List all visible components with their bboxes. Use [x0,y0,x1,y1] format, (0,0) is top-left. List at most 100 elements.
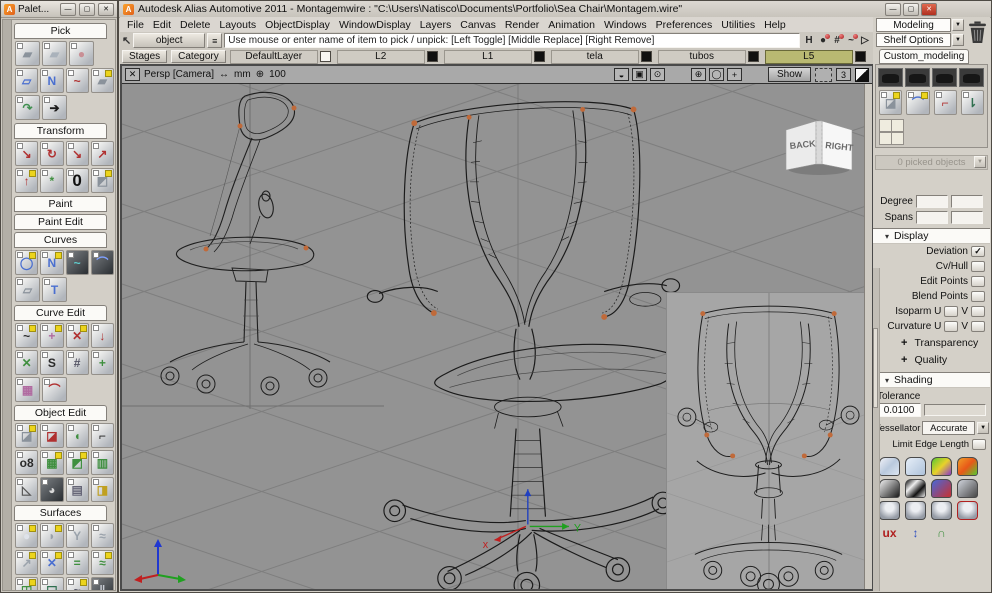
blend-curve-icon[interactable]: ⌒ [91,250,114,275]
menu-canvas[interactable]: Canvas [460,19,496,31]
right-panel-scroll-thumb[interactable] [873,328,878,408]
grid-count-button[interactable]: 3 [836,68,851,81]
project-curve-icon[interactable]: ↓ [91,323,114,348]
fit-curve-icon[interactable]: ▦ [15,377,40,402]
menu-edit[interactable]: Edit [153,19,171,31]
freeform-blend-icon[interactable]: ≈ [91,550,114,575]
layer-swatch-l1[interactable] [534,51,545,62]
layer-swatch-tela[interactable] [641,51,652,62]
pick-template-icon[interactable]: ▰ [91,68,114,93]
snapshot-icon[interactable]: ▣ [632,68,647,81]
history-box-icon[interactable]: H [802,33,816,48]
insert-knot-icon[interactable]: # [66,350,89,375]
diagnostic-puck-arrow[interactable] [957,501,978,520]
pick-box-icon[interactable]: ▱ [15,68,38,93]
diagnostic-puck-3[interactable] [931,501,952,520]
palette-close-button[interactable]: ✕ [98,3,114,16]
shader-blue[interactable] [931,479,952,498]
degree-v-field[interactable] [951,195,983,208]
shelf-tool-blend-icon[interactable]: ⌒ [906,90,929,115]
layer-swatch-tubos[interactable] [748,51,759,62]
pick-component-icon[interactable]: ▰ [42,41,67,66]
round-icon[interactable]: ◕ [40,477,63,502]
tolerance-slider[interactable] [924,404,986,416]
corner-blend-icon[interactable]: ◱ [40,577,63,591]
palette-section-object-edit[interactable]: Object Edit [14,405,107,421]
menu-animation[interactable]: Animation [548,19,595,31]
offset-surface-icon[interactable]: ◨ [91,477,114,502]
grid-align-icon[interactable]: ▤ [66,477,89,502]
main-titlebar[interactable]: A Autodesk Alias Automotive 2011 - Monta… [119,1,991,18]
shelf-thumb-3[interactable] [932,68,957,87]
section-transparency[interactable]: +Transparency [873,334,990,351]
arch-check-tool[interactable]: ∩ [931,523,952,542]
move-icon[interactable]: ↘ [15,141,38,166]
new-circle-icon[interactable]: ◯ [15,250,38,275]
align-icon[interactable]: ⌐ [91,423,114,448]
viewport-header[interactable]: ✕ Persp [Camera] ↔ mm ⊕ 100 ◒▣⊙ ⊕◯+ Show… [122,66,872,84]
window-toggle-icon[interactable] [855,68,869,82]
spans-v-field[interactable] [951,211,983,224]
shelf-tool-measure-icon[interactable]: ⇂ [961,90,984,115]
shader-gray[interactable] [957,479,978,498]
curve-edit-icon[interactable]: ~ [15,323,38,348]
layer-tela[interactable]: tela [551,50,652,64]
pick-filter-select[interactable]: object [133,33,205,48]
checkbox-blend-points[interactable] [971,291,985,302]
pick-visible-icon[interactable]: ↷ [15,95,40,120]
measure-icon[interactable]: ◺ [15,477,38,502]
intersect-curve-icon[interactable]: ✕ [15,350,38,375]
new-curve-icon[interactable]: N [40,250,63,275]
minmax-tool[interactable]: ↕ [905,523,926,542]
trash-icon[interactable] [967,20,988,45]
layer-label-l1[interactable]: L1 [444,50,532,64]
shader-multicolor[interactable] [931,457,952,476]
view-cube[interactable]: BACK RIGHT [782,114,856,178]
lamp-icon[interactable]: ◒ [614,68,629,81]
shader-checker[interactable] [879,457,900,476]
viewport-canvas[interactable]: x Y BACK RIGH [122,84,872,589]
primitive-sphere-icon[interactable]: ● [15,523,38,548]
tube-surface-icon[interactable]: ‖ [91,577,114,591]
add-points-icon[interactable]: + [40,323,63,348]
shelf-tab[interactable]: Custom_modeling [879,49,969,64]
palette-maximize-button[interactable]: ▢ [79,3,95,16]
checkbox-deviation[interactable]: ✓ [971,246,985,257]
right-panel-scrollbar[interactable] [873,268,880,591]
layer-l5[interactable]: L5 [765,50,866,64]
attach-icon[interactable]: ◪ [15,423,38,448]
spans-u-field[interactable] [916,211,948,224]
picked-objects-dropdown-icon[interactable]: ▼ [974,156,986,168]
menu-objectdisplay[interactable]: ObjectDisplay [265,19,330,31]
zoom-region-icon[interactable]: ⊕ [691,68,706,81]
uv-eval-tool[interactable]: ux [879,523,900,542]
menu-layers[interactable]: Layers [420,19,452,31]
palette-minimize-button[interactable]: — [60,3,76,16]
palette-set-select[interactable]: Modeling [876,18,951,32]
marquee-button[interactable] [815,68,832,82]
menu-file[interactable]: File [127,19,144,31]
prompt-expand-icon[interactable]: ▷ [858,33,872,48]
menu-help[interactable]: Help [764,19,786,31]
nonproportional-scale-icon[interactable]: ↗ [91,141,114,166]
display-section-header[interactable]: ▾ Display [873,228,990,244]
menu-utilities[interactable]: Utilities [721,19,755,31]
palette-section-paint[interactable]: Paint [14,196,107,212]
shader-zebra[interactable] [905,479,926,498]
rotate-icon[interactable]: ↻ [40,141,63,166]
layer-swatch-defaultlayer[interactable] [320,51,331,62]
snap-to-curve-icon[interactable]: ~ [844,33,858,48]
rotate-snap-icon[interactable]: * [40,168,63,193]
shader-orange[interactable] [957,457,978,476]
revolve-icon[interactable]: Y [66,523,89,548]
cut-curve-icon[interactable]: ✕ [66,323,89,348]
new-plane-icon[interactable]: ▱ [15,277,40,302]
snap-to-point-icon[interactable]: ● [816,33,830,48]
shelf-tool-section-icon[interactable]: ⌐ [934,90,957,115]
layer-tubos[interactable]: tubos [658,50,759,64]
offset-curve-icon[interactable]: + [91,350,114,375]
shelf-thumb-1[interactable] [878,68,903,87]
shader-black[interactable] [879,479,900,498]
tessellator-select[interactable]: Accurate [922,421,975,435]
swept-surface-icon[interactable]: ≈ [91,523,114,548]
